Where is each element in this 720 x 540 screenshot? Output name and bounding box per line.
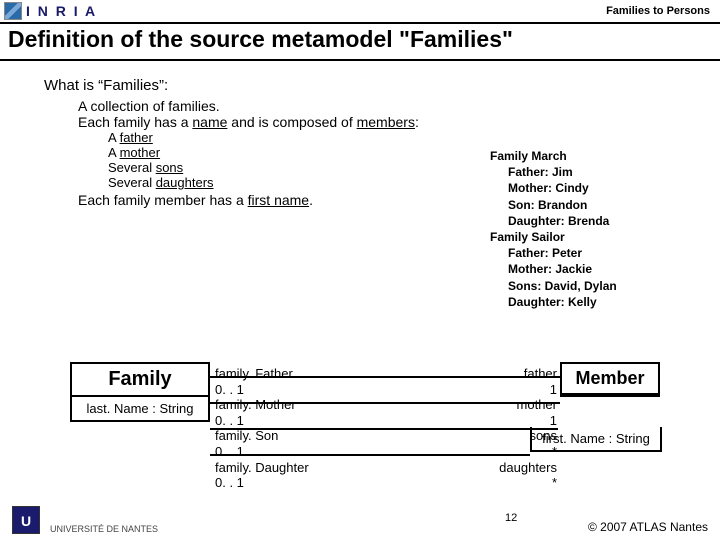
uml-mult: *	[465, 444, 557, 460]
uml-mult: 0. . 1	[215, 475, 309, 491]
footer: U UNIVERSITÉ DE NANTES 12 © 2007 ATLAS N…	[0, 506, 720, 534]
header-bar: I N R I A Families to Persons	[0, 0, 720, 20]
underline: daughters	[156, 175, 214, 190]
uml-class-name: Family	[72, 364, 208, 397]
footer-left: U UNIVERSITÉ DE NANTES	[12, 506, 158, 534]
uml-role: family. Daughter	[215, 460, 309, 476]
uml-mult: *	[465, 475, 557, 491]
family-attr: Mother: Jackie	[508, 261, 660, 277]
text: Several	[108, 160, 156, 175]
uml-mult: 1	[465, 382, 557, 398]
text: and is composed of	[227, 114, 356, 130]
inria-logo-icon	[4, 2, 22, 20]
sub-line: A father	[108, 130, 688, 145]
underline: name	[192, 114, 227, 130]
uml-mult: 0. . 1	[215, 444, 309, 460]
question: What is “Families”:	[44, 77, 688, 94]
uml-roles-right: father 1 mother 1 sons * daughters *	[465, 366, 557, 491]
uml-roles-left: family. Father 0. . 1 family. Mother 0. …	[215, 366, 309, 491]
example-block: Family March Father: Jim Mother: Cindy S…	[490, 148, 660, 310]
text: A	[108, 130, 120, 145]
inria-logo: I N R I A	[4, 2, 97, 20]
uml-diagram: Family last. Name : String Member first.…	[70, 362, 660, 482]
uml-class-family: Family last. Name : String	[70, 362, 210, 422]
underline: father	[120, 130, 153, 145]
family-attr: Father: Peter	[508, 245, 660, 261]
uml-role: family. Son	[215, 428, 309, 444]
uml-role: daughters	[465, 460, 557, 476]
underline: members	[357, 114, 415, 130]
text: .	[309, 192, 313, 208]
text: Several	[108, 175, 156, 190]
text: :	[415, 114, 419, 130]
uml-mult: 1	[465, 413, 557, 429]
family-name: Family March	[490, 148, 660, 164]
text: Each family has a	[78, 114, 192, 130]
header-subtitle: Families to Persons	[606, 5, 710, 17]
underline: sons	[156, 160, 183, 175]
text: A	[108, 145, 120, 160]
uml-class-attr: last. Name : String	[72, 397, 208, 420]
family-attr: Father: Jim	[508, 164, 660, 180]
uml-role: sons	[465, 428, 557, 444]
uml-role: family. Father	[215, 366, 309, 382]
line: A collection of families.	[78, 98, 688, 114]
family-attr: Son: Brandon	[508, 197, 660, 213]
page-number: 12	[505, 512, 517, 524]
family-name: Family Sailor	[490, 229, 660, 245]
uml-mult: 0. . 1	[215, 382, 309, 398]
uml-role: mother	[465, 397, 557, 413]
family-attr: Daughter: Brenda	[508, 213, 660, 229]
underline: mother	[120, 145, 160, 160]
university-name: UNIVERSITÉ DE NANTES	[50, 524, 158, 534]
inria-logo-text: I N R I A	[26, 3, 97, 19]
family-attr: Sons: David, Dylan	[508, 278, 660, 294]
family-attr: Daughter: Kelly	[508, 294, 660, 310]
text: Each family member has a	[78, 192, 248, 208]
slide-title: Definition of the source metamodel "Fami…	[0, 24, 720, 59]
underline: first name	[248, 192, 309, 208]
uml-class-name: Member	[562, 364, 658, 395]
line: Each family has a name and is composed o…	[78, 114, 688, 130]
uml-role: father	[465, 366, 557, 382]
uml-class-member: Member	[560, 362, 660, 397]
university-logo-icon: U	[12, 506, 40, 534]
uml-role: family. Mother	[215, 397, 309, 413]
uml-mult: 0. . 1	[215, 413, 309, 429]
copyright: © 2007 ATLAS Nantes	[588, 520, 708, 534]
family-attr: Mother: Cindy	[508, 180, 660, 196]
